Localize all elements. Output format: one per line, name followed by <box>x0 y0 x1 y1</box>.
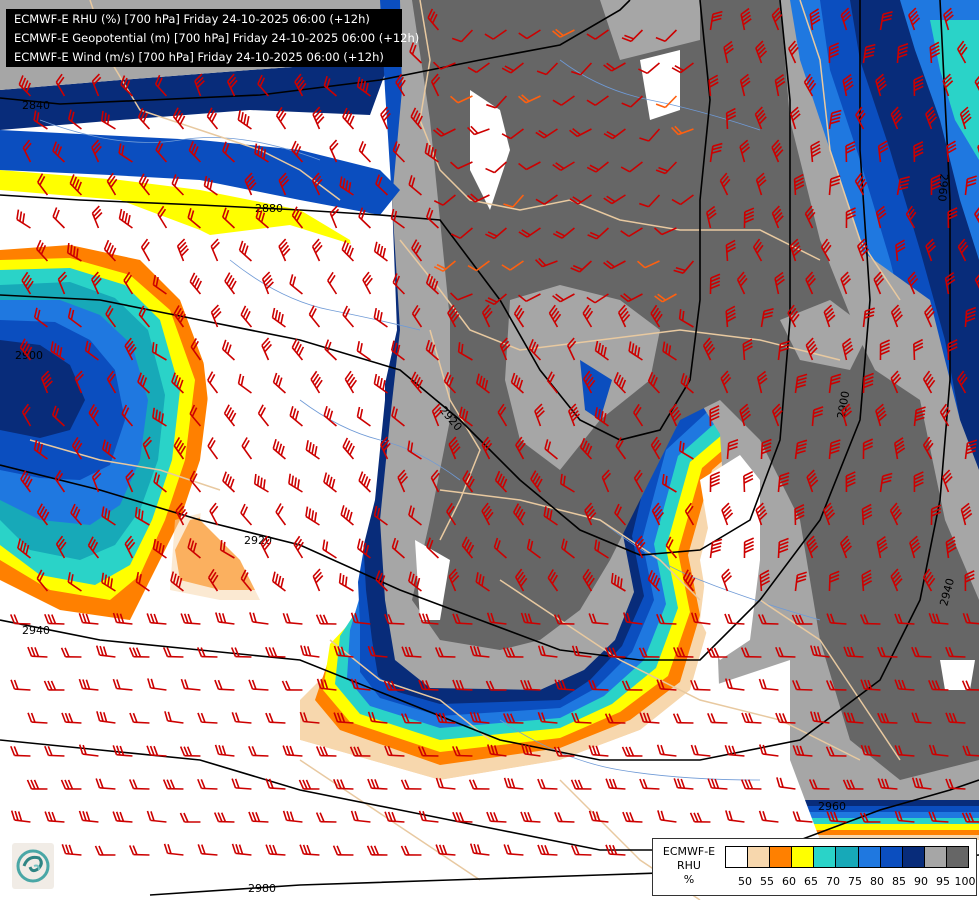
legend-tick-label: 80 <box>870 875 884 888</box>
legend-swatch <box>770 847 793 867</box>
legend-variable: RHU <box>677 859 701 872</box>
legend-model: ECMWF-E <box>662 845 716 858</box>
ecmwf-swirl-logo-icon <box>12 843 54 889</box>
legend-swatch <box>726 847 749 867</box>
contour-label: 2840 <box>22 99 50 112</box>
title-wind: ECMWF-E Wind (m/s) [700 hPa] Friday 24-1… <box>14 50 384 64</box>
contour-label: 2940 <box>22 624 50 637</box>
legend-tick-label: 100 <box>954 875 976 888</box>
legend-swatch <box>946 847 969 867</box>
contour-label: 2980 <box>248 882 276 895</box>
legend-tick-label: 55 <box>760 875 774 888</box>
legend-tick-label: 65 <box>804 875 818 888</box>
legend-swatch <box>814 847 837 867</box>
legend-swatch <box>792 847 815 867</box>
legend-swatch <box>748 847 771 867</box>
legend-swatch <box>880 847 903 867</box>
legend-tick-label: 90 <box>914 875 928 888</box>
rhu-legend: ECMWF-E RHU % 50 55 60 65 70 75 80 85 90 95 100 <box>652 838 977 896</box>
legend-swatch <box>836 847 859 867</box>
legend-tick-label: 60 <box>782 875 796 888</box>
legend-unit: % <box>683 873 695 886</box>
legend-tick-label: 75 <box>848 875 862 888</box>
legend-ticks: 50 55 60 65 70 75 80 85 90 95 100 <box>725 875 976 889</box>
contour-label: 2960 <box>818 800 846 813</box>
map-title-block: ECMWF-E RHU (%) [700 hPa] Friday 24-10-2… <box>6 9 420 67</box>
legend-tick-label: 50 <box>738 875 752 888</box>
weather-map: 2840 2880 2900 2920 2940 2960 2980 2900 … <box>0 0 979 900</box>
legend-color-bar <box>725 846 969 868</box>
legend-swatch <box>924 847 947 867</box>
legend-tick-label: 70 <box>826 875 840 888</box>
legend-tick-label: 95 <box>936 875 950 888</box>
legend-tick-label: 85 <box>892 875 906 888</box>
legend-swatch <box>902 847 925 867</box>
title-rhu: ECMWF-E RHU (%) [700 hPa] Friday 24-10-2… <box>14 12 370 26</box>
legend-swatch <box>858 847 881 867</box>
title-geopotential: ECMWF-E Geopotential (m) [700 hPa] Frida… <box>14 31 420 45</box>
